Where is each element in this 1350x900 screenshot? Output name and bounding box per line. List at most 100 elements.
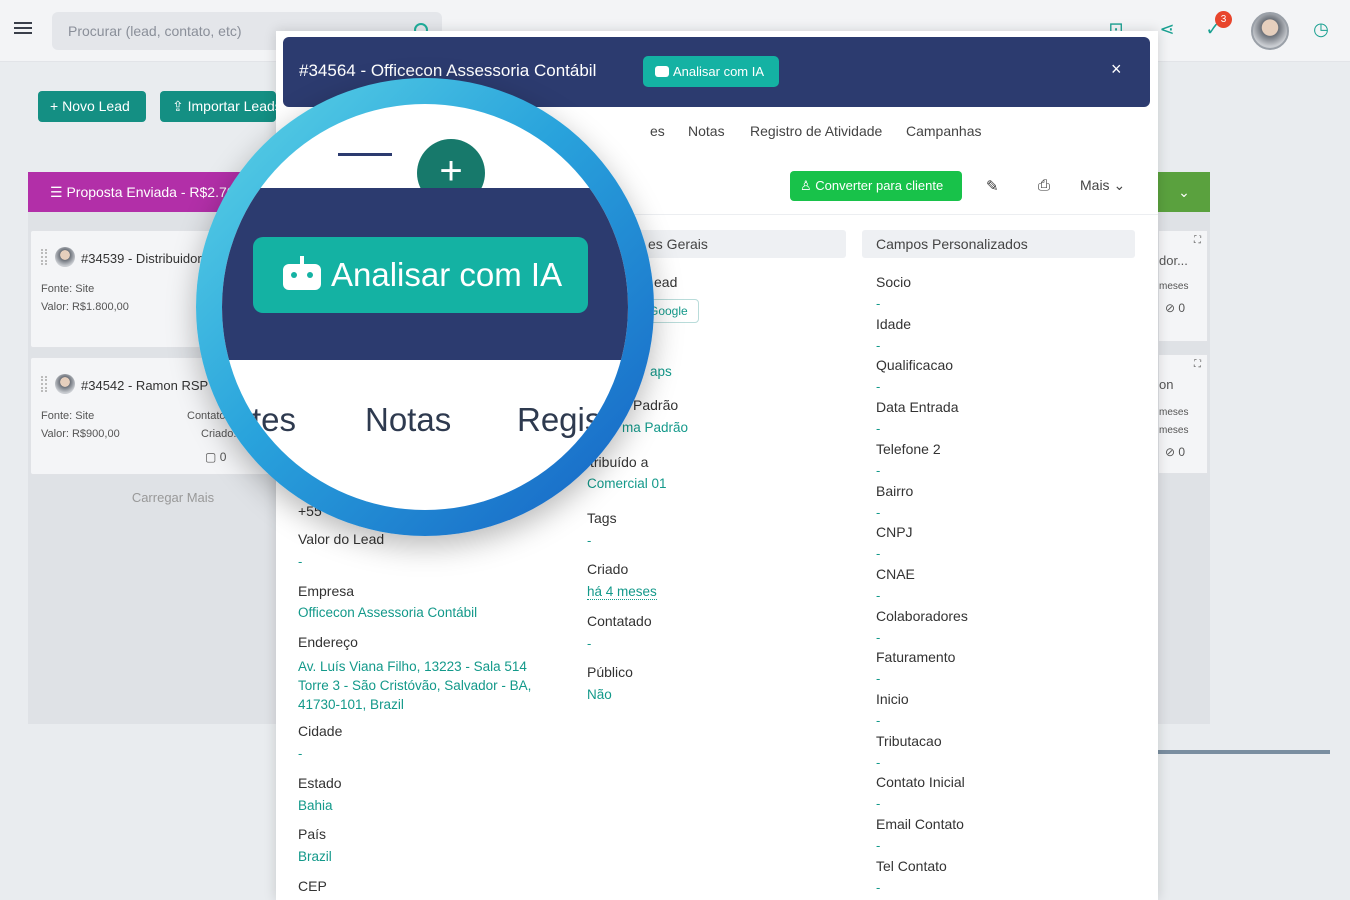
custom-field-label: Tributacao: [876, 732, 942, 749]
importar-leads-label: Importar Leads: [187, 98, 276, 114]
assigned-value[interactable]: Comercial 01: [587, 476, 667, 491]
created-value: há 4 meses: [587, 584, 657, 600]
comments-count-value: 0: [219, 450, 227, 464]
attachments: ⊘ 0: [1165, 445, 1185, 459]
endereco-value[interactable]: Av. Luís Viana Filho, 13223 - Sala 514 T…: [298, 657, 558, 714]
funnel-value[interactable]: ma Padrão: [622, 420, 688, 435]
tags-value: -: [587, 533, 592, 548]
novo-lead-button[interactable]: + Novo Lead: [38, 91, 146, 122]
custom-field-value: -: [876, 796, 881, 812]
lead-card-title: #34542 - Ramon RSP: [81, 378, 209, 393]
custom-field-value: -: [876, 754, 881, 770]
pais-label: País: [298, 826, 327, 842]
tab-campanhas[interactable]: Campanhas: [906, 123, 982, 139]
custom-field-label: Telefone 2: [876, 440, 941, 457]
valor-label: Valor do Lead: [298, 531, 385, 547]
drag-handle-icon[interactable]: [41, 376, 47, 392]
custom-field-label: Faturamento: [876, 649, 956, 666]
custom-field-value: -: [876, 546, 881, 562]
lead-card-value: Valor: R$900,00: [41, 428, 120, 440]
custom-field-label: CNAE: [876, 565, 915, 582]
expand-icon[interactable]: ⛶: [1194, 235, 1201, 246]
robot-icon: [655, 66, 669, 77]
custom-field-value: -: [876, 504, 881, 520]
comment-icon: ▢: [205, 450, 217, 464]
lead-card-meta: meses: [1159, 425, 1189, 436]
attachments-count: 0: [1178, 301, 1186, 315]
menu-icon[interactable]: [14, 22, 32, 38]
analyze-ai-button[interactable]: Analisar com IA: [643, 56, 779, 87]
avatar: [55, 374, 75, 394]
created-label: Criado: [587, 561, 629, 577]
estado-label: Estado: [298, 775, 342, 791]
upload-icon: ⇪: [172, 98, 188, 114]
custom-field-label: CNPJ: [876, 524, 913, 541]
novo-lead-label: Novo Lead: [62, 98, 130, 114]
analyze-ai-label: Analisar com IA: [673, 64, 765, 79]
lead-card-value: Valor: R$1.800,00: [41, 301, 129, 313]
robot-icon: [283, 256, 321, 290]
custom-field-label: Data Entrada: [876, 399, 959, 416]
print-icon[interactable]: ⎙: [1038, 177, 1050, 194]
custom-field-value: -: [876, 629, 881, 645]
zoom-analyze-ai-button[interactable]: Analisar com IA: [253, 237, 588, 313]
zoom-menu-line: [338, 153, 392, 156]
chevron-down-icon[interactable]: ⌄: [1158, 172, 1210, 212]
public-value: Não: [587, 687, 612, 702]
empresa-value[interactable]: Officecon Assessoria Contábil: [298, 605, 477, 620]
maps-link[interactable]: aps: [650, 364, 672, 379]
custom-field-label: Tel Contato: [876, 857, 947, 874]
horizontal-scrollbar[interactable]: [1158, 750, 1330, 754]
custom-field-label: Bairro: [876, 482, 914, 499]
tab-registro-atividade[interactable]: Registro de Atividade: [750, 123, 882, 139]
load-more-link[interactable]: Carregar Mais: [28, 490, 318, 505]
custom-field-label: Socio: [876, 274, 912, 290]
zoom-tab-registro: Regis: [517, 401, 602, 438]
notification-badge: 3: [1215, 11, 1232, 28]
clock-icon[interactable]: ◷: [1310, 18, 1332, 40]
user-avatar[interactable]: [1251, 12, 1289, 50]
attachments-count: 0: [1178, 445, 1186, 459]
lead-source-tag-label: Google: [649, 304, 688, 318]
pais-value: Brazil: [298, 849, 332, 864]
attachments: ⊘ 0: [1165, 301, 1185, 315]
modal-title: #34564 - Officecon Assessoria Contábil: [299, 61, 597, 80]
general-info-title: es Gerais: [648, 236, 708, 252]
lead-card-meta: meses: [1159, 281, 1189, 292]
assigned-label: tribuído a: [590, 454, 649, 470]
drag-handle-icon[interactable]: [41, 249, 47, 265]
custom-field-value: -: [876, 713, 881, 728]
lead-card-title: dor...: [1159, 253, 1188, 268]
share-icon[interactable]: ⋖: [1156, 18, 1178, 40]
custom-field-label: Email Contato: [876, 816, 964, 833]
custom-field-value: -: [876, 879, 881, 895]
funnel-label: Padrão: [633, 397, 679, 413]
tab-notas[interactable]: Notas: [688, 123, 725, 139]
avatar: [55, 247, 75, 267]
cidade-label: Cidade: [298, 723, 343, 739]
lead-card[interactable]: ⛶ on meses meses ⊘ 0: [1158, 354, 1208, 474]
contacted-value: -: [587, 636, 592, 651]
user-icon: ♙: [800, 178, 812, 193]
tab-partial[interactable]: es: [650, 123, 665, 139]
valor-value: -: [298, 554, 303, 569]
more-menu[interactable]: Mais ⌄: [1080, 177, 1125, 194]
list-icon: ☰: [50, 184, 67, 200]
close-icon[interactable]: ×: [1111, 59, 1122, 80]
cep-label: CEP: [298, 878, 327, 894]
lead-card[interactable]: ⛶ dor... meses ⊘ 0: [1158, 230, 1208, 342]
importar-leads-button[interactable]: ⇪ Importar Leads: [160, 91, 276, 122]
custom-fields-title: Campos Personalizados: [876, 236, 1028, 252]
custom-field-value: -: [876, 296, 881, 311]
custom-field-value: -: [876, 337, 881, 353]
chevron-down-icon: ⌄: [1113, 177, 1126, 193]
cidade-value: -: [298, 746, 303, 761]
tags-label: Tags: [587, 510, 617, 526]
public-label: Público: [587, 664, 633, 680]
estado-value: Bahia: [298, 798, 333, 813]
convert-to-client-button[interactable]: ♙ Converter para cliente: [790, 171, 962, 201]
lead-card-title: on: [1159, 377, 1174, 392]
expand-icon[interactable]: ⛶: [1194, 359, 1201, 370]
edit-icon[interactable]: ✎: [986, 177, 999, 195]
paperclip-icon: ⊘: [1165, 301, 1176, 315]
